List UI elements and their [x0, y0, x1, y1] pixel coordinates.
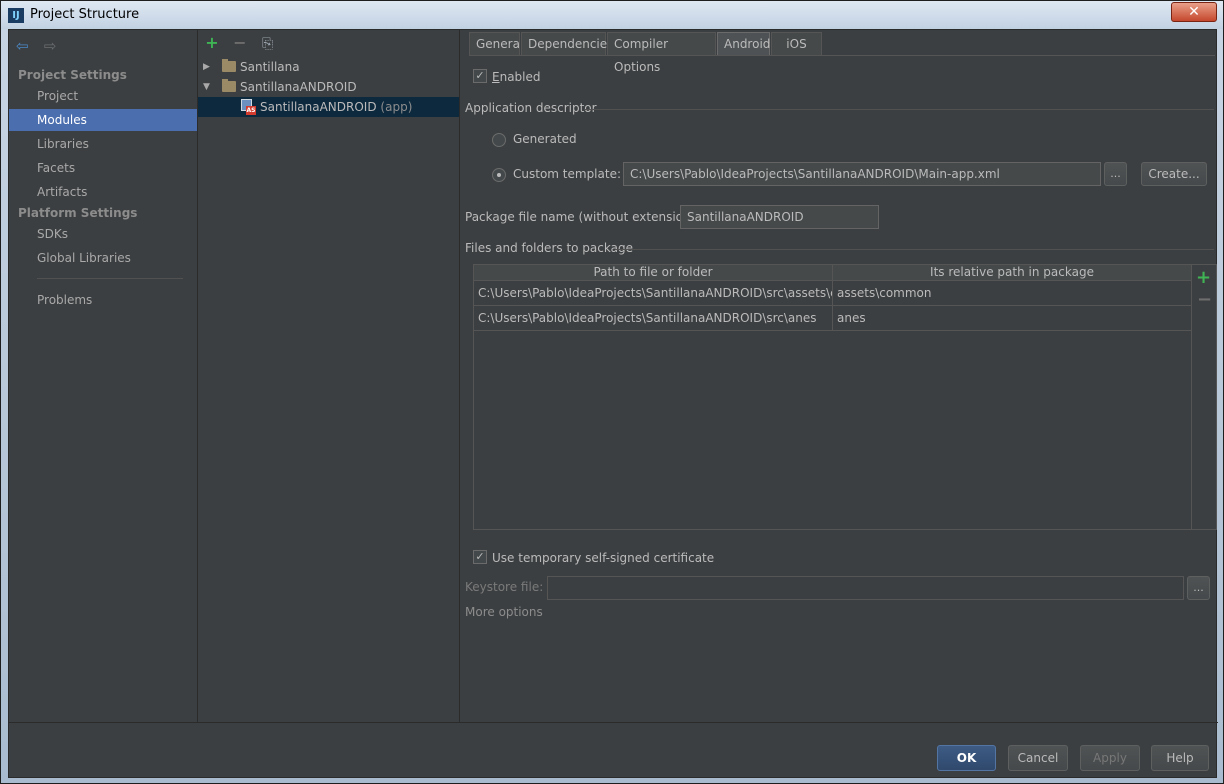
- tab-compiler-options[interactable]: Compiler Options: [607, 32, 716, 74]
- intellij-app-icon: IJ: [8, 8, 24, 23]
- package-name-field[interactable]: SantillanaANDROID: [680, 205, 879, 229]
- generated-radio[interactable]: [492, 133, 506, 147]
- custom-template-label: Custom template:: [513, 167, 621, 181]
- browse-template-button[interactable]: ...: [1104, 162, 1127, 186]
- path-cell[interactable]: C:\Users\Pablo\IdeaProjects\SantillanaAN…: [474, 306, 833, 330]
- back-arrow-icon[interactable]: ⇦: [16, 38, 32, 54]
- dialog-body: ⇦ ⇨ Project Settings Project Modules Lib…: [8, 29, 1218, 779]
- ok-button[interactable]: OK: [937, 745, 996, 771]
- application-descriptor-title: Application descriptor: [465, 101, 597, 115]
- module-folder-icon: [222, 59, 236, 72]
- enabled-label: Enabled: [492, 70, 541, 84]
- generated-label: Generated: [513, 132, 577, 146]
- cancel-button[interactable]: Cancel: [1008, 745, 1068, 771]
- sidebar-item-problems[interactable]: Problems: [9, 289, 197, 311]
- window-title: Project Structure: [30, 7, 140, 22]
- remove-module-icon[interactable]: −: [231, 34, 249, 52]
- navigation-arrows: ⇦ ⇨: [16, 38, 68, 54]
- sidebar-item-artifacts[interactable]: Artifacts: [9, 181, 197, 203]
- tab-general[interactable]: General: [469, 32, 523, 56]
- column-header-path[interactable]: Path to file or folder: [474, 265, 833, 281]
- air-android-app-icon: AS: [241, 99, 256, 115]
- sidebar-item-sdks[interactable]: SDKs: [9, 223, 197, 245]
- relative-path-cell[interactable]: anes: [833, 306, 1191, 330]
- column-header-relative-path[interactable]: Its relative path in package: [833, 265, 1191, 281]
- table-row[interactable]: C:\Users\Pablo\IdeaProjects\SantillanaAN…: [474, 281, 1191, 306]
- tree-node-suffix: (app): [380, 100, 413, 114]
- facet-settings-panel: General Dependencies Compiler Options An…: [461, 30, 1218, 722]
- add-file-icon[interactable]: +: [1196, 267, 1211, 288]
- keystore-file-field[interactable]: [547, 576, 1184, 600]
- tree-node-label-text: SantillanaANDROID: [260, 100, 377, 114]
- create-template-button[interactable]: Create...: [1141, 162, 1207, 186]
- table-row[interactable]: C:\Users\Pablo\IdeaProjects\SantillanaAN…: [474, 306, 1191, 331]
- settings-sidebar: ⇦ ⇨ Project Settings Project Modules Lib…: [9, 30, 198, 722]
- sidebar-item-modules[interactable]: Modules: [9, 109, 197, 131]
- module-folder-icon: [222, 79, 236, 92]
- tree-toolbar: + − ⎘: [203, 34, 283, 54]
- sidebar-item-libraries[interactable]: Libraries: [9, 133, 197, 155]
- temporary-certificate-checkbox[interactable]: ✓: [473, 550, 487, 564]
- copy-module-icon[interactable]: ⎘: [259, 35, 277, 53]
- tab-strip-divider: [469, 55, 1215, 56]
- custom-template-radio[interactable]: [492, 168, 506, 182]
- add-module-icon[interactable]: +: [203, 34, 221, 52]
- package-name-label: Package file name (without extension):: [465, 210, 700, 224]
- platform-settings-header: Platform Settings: [18, 206, 138, 220]
- as-badge: AS: [246, 106, 256, 115]
- project-structure-window: IJ Project Structure ✕ ⇦ ⇨ Project Setti…: [0, 0, 1224, 784]
- collapse-arrow-icon[interactable]: ▼: [203, 77, 213, 97]
- forward-arrow-icon[interactable]: ⇨: [44, 38, 60, 54]
- remove-file-icon[interactable]: −: [1197, 289, 1212, 310]
- apply-button[interactable]: Apply: [1080, 745, 1140, 771]
- enabled-checkbox[interactable]: ✓: [473, 69, 487, 83]
- tree-node-label: SantillanaANDROID (app): [260, 97, 412, 117]
- tree-node-santillana[interactable]: ▶ Santillana: [198, 57, 459, 77]
- help-button[interactable]: Help: [1151, 745, 1209, 771]
- close-window-button[interactable]: ✕: [1171, 2, 1217, 22]
- section-divider: [584, 109, 1214, 110]
- title-bar: IJ Project Structure ✕: [1, 1, 1223, 29]
- expand-arrow-icon[interactable]: ▶: [203, 57, 213, 77]
- tab-android[interactable]: Android: [717, 32, 770, 56]
- path-cell[interactable]: C:\Users\Pablo\IdeaProjects\SantillanaAN…: [474, 281, 833, 305]
- module-tree-panel: + − ⎘ ▶ Santillana ▼ SantillanaANDROID A…: [198, 30, 460, 722]
- keystore-file-label: Keystore file:: [465, 580, 544, 594]
- tree-node-label: Santillana: [240, 60, 300, 74]
- dialog-footer: OK Cancel Apply Help: [9, 722, 1218, 779]
- sidebar-divider: [37, 278, 183, 279]
- tree-node-label: SantillanaANDROID: [240, 80, 357, 94]
- tree-node-android-app[interactable]: AS SantillanaANDROID (app): [198, 97, 459, 117]
- tab-ios[interactable]: iOS: [771, 32, 822, 56]
- tree-node-santillanaandroid[interactable]: ▼ SantillanaANDROID: [198, 77, 459, 97]
- tab-dependencies[interactable]: Dependencies: [521, 32, 613, 56]
- table-side-toolbar: + −: [1192, 264, 1217, 530]
- project-settings-header: Project Settings: [18, 68, 127, 82]
- section-divider: [615, 249, 1214, 250]
- relative-path-cell[interactable]: assets\common: [833, 281, 1191, 305]
- sidebar-item-facets[interactable]: Facets: [9, 157, 197, 179]
- files-table: Path to file or folder Its relative path…: [473, 264, 1192, 530]
- browse-keystore-button[interactable]: ...: [1187, 576, 1210, 600]
- more-options-link[interactable]: More options: [465, 605, 543, 619]
- files-folders-title: Files and folders to package: [465, 241, 633, 255]
- sidebar-item-global-libraries[interactable]: Global Libraries: [9, 247, 197, 269]
- temporary-certificate-label: Use temporary self-signed certificate: [492, 551, 715, 565]
- sidebar-item-project[interactable]: Project: [9, 85, 197, 107]
- template-path-field[interactable]: C:\Users\Pablo\IdeaProjects\SantillanaAN…: [623, 162, 1101, 186]
